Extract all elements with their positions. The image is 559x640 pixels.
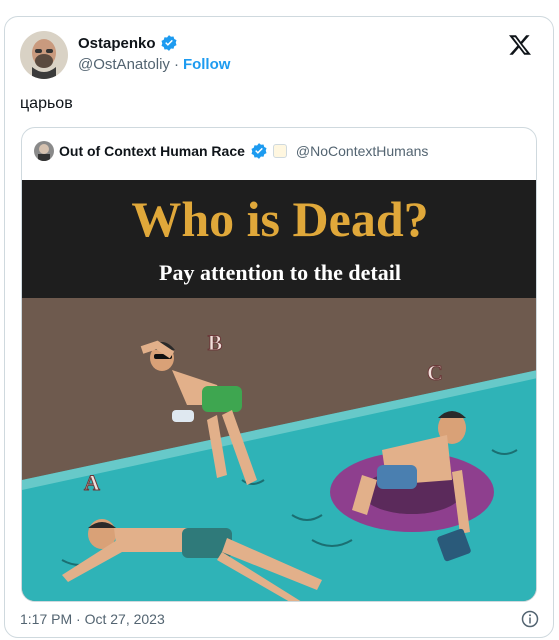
separator-dot: · bbox=[173, 56, 179, 73]
avatar[interactable] bbox=[20, 31, 68, 79]
tweet-timestamp[interactable]: 1:17 PM · Oct 27, 2023 bbox=[20, 611, 165, 627]
meme-title: Who is Dead? bbox=[131, 191, 428, 247]
author-handle[interactable]: @OstAnatoliy bbox=[78, 56, 170, 73]
tweet-header: Ostapenko @OstAnatoliy · Follow bbox=[20, 31, 540, 81]
quoted-author-name[interactable]: Out of Context Human Race bbox=[59, 143, 245, 159]
meme-subtitle: Pay attention to the detail bbox=[159, 260, 401, 285]
quoted-author-handle[interactable]: @NoContextHumans bbox=[296, 143, 429, 159]
author-name[interactable]: Ostapenko bbox=[78, 35, 156, 52]
quoted-image[interactable]: Who is Dead? Pay attention to the detail bbox=[22, 180, 537, 602]
label-b: B bbox=[208, 330, 223, 355]
quoted-avatar[interactable] bbox=[34, 141, 54, 161]
tweet-card[interactable]: Ostapenko @OstAnatoliy · Follow царьов O… bbox=[4, 16, 554, 638]
label-a: A bbox=[84, 470, 100, 495]
quoted-tweet-header: Out of Context Human Race @NoContextHuma… bbox=[34, 141, 428, 161]
info-icon[interactable] bbox=[521, 610, 539, 628]
label-c: C bbox=[427, 360, 443, 385]
verified-badge-icon bbox=[251, 143, 267, 159]
verified-badge-icon bbox=[161, 35, 177, 51]
follow-button[interactable]: Follow bbox=[183, 56, 231, 73]
tweet-text: царьов bbox=[20, 95, 73, 112]
affiliate-badge-icon bbox=[272, 144, 287, 158]
quoted-tweet[interactable]: Out of Context Human Race @NoContextHuma… bbox=[21, 127, 537, 602]
x-logo-icon[interactable] bbox=[508, 33, 532, 57]
